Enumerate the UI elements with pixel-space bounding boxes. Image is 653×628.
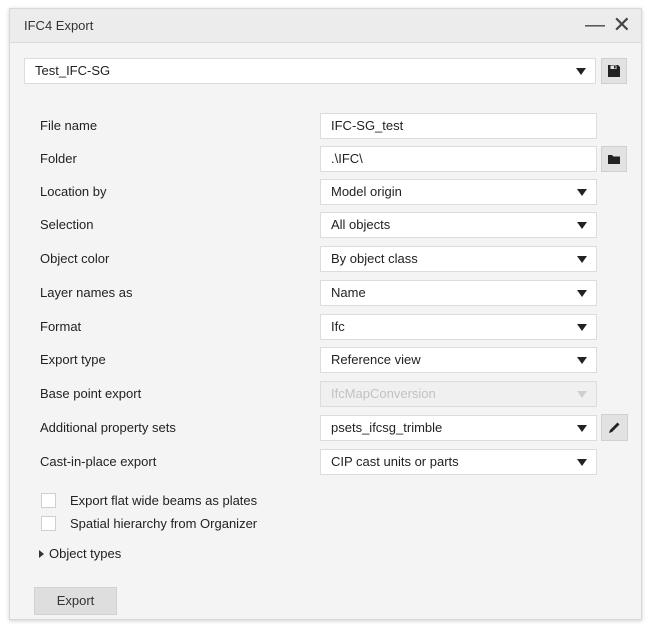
chevron-down-icon [577, 324, 587, 331]
cast-in-place-export-dropdown[interactable]: CIP cast units or parts [320, 449, 597, 475]
chevron-down-icon [577, 189, 587, 196]
layer-names-as-value: Name [331, 285, 366, 300]
spatial-hierarchy-checkbox[interactable] [41, 516, 56, 532]
chevron-down-icon [577, 357, 587, 364]
chevron-down-icon [576, 68, 586, 75]
additional-property-sets-value: psets_ifcsg_trimble [331, 420, 443, 435]
flat-wide-beams-label: Export flat wide beams as plates [70, 493, 258, 508]
preset-dropdown[interactable]: Test_IFC-SG [24, 58, 596, 84]
object-color-label: Object color [40, 251, 110, 266]
base-point-export-value: IfcMapConversion [331, 386, 436, 401]
spatial-hierarchy-option[interactable]: Spatial hierarchy from Organizer [41, 514, 257, 534]
minimize-button[interactable]: — [585, 13, 605, 37]
close-button[interactable]: ✕ [613, 13, 631, 37]
dialog-title: IFC4 Export [24, 18, 94, 33]
object-types-expander[interactable]: Object types [39, 544, 121, 564]
selection-label: Selection [40, 217, 94, 232]
folder-icon [608, 155, 620, 164]
layer-names-as-dropdown[interactable]: Name [320, 280, 597, 306]
flat-wide-beams-option[interactable]: Export flat wide beams as plates [41, 491, 257, 511]
file-name-value: IFC-SG_test [331, 118, 404, 133]
format-value: Ifc [331, 319, 345, 334]
folder-input[interactable]: .\IFC\ [320, 146, 597, 172]
chevron-down-icon [577, 391, 587, 398]
chevron-down-icon [577, 459, 587, 466]
base-point-export-dropdown: IfcMapConversion [320, 381, 597, 407]
file-name-input[interactable]: IFC-SG_test [320, 113, 597, 139]
location-by-dropdown[interactable]: Model origin [320, 179, 597, 205]
object-color-dropdown[interactable]: By object class [320, 246, 597, 272]
folder-value: .\IFC\ [331, 151, 363, 166]
ifc-export-dialog: IFC4 Export — ✕ Test_IFC-SG File name IF… [9, 8, 642, 620]
file-name-label: File name [40, 118, 98, 133]
selection-dropdown[interactable]: All objects [320, 212, 597, 238]
edit-property-sets-button[interactable] [601, 414, 628, 441]
spatial-hierarchy-label: Spatial hierarchy from Organizer [70, 516, 258, 531]
chevron-down-icon [577, 256, 587, 263]
browse-folder-button[interactable] [601, 146, 627, 172]
cast-in-place-export-value: CIP cast units or parts [331, 454, 459, 469]
chevron-down-icon [577, 425, 587, 432]
format-dropdown[interactable]: Ifc [320, 314, 597, 340]
folder-label: Folder [40, 151, 77, 166]
export-type-label: Export type [40, 352, 106, 367]
layer-names-as-label: Layer names as [40, 285, 133, 300]
additional-property-sets-dropdown[interactable]: psets_ifcsg_trimble [320, 415, 597, 441]
object-color-value: By object class [331, 251, 418, 266]
flat-wide-beams-checkbox[interactable] [41, 493, 56, 509]
format-label: Format [40, 319, 82, 334]
location-by-value: Model origin [331, 184, 402, 199]
chevron-down-icon [577, 290, 587, 297]
save-icon [608, 65, 620, 77]
caret-right-icon [39, 549, 44, 558]
chevron-down-icon [577, 222, 587, 229]
export-button[interactable]: Export [34, 587, 117, 615]
save-preset-button[interactable] [601, 58, 627, 84]
export-type-value: Reference view [331, 352, 421, 367]
title-bar[interactable]: IFC4 Export — ✕ [10, 9, 641, 43]
base-point-export-label: Base point export [40, 386, 142, 401]
pencil-icon [609, 422, 620, 433]
object-types-label: Object types [49, 546, 122, 561]
additional-property-sets-label: Additional property sets [40, 420, 176, 435]
export-type-dropdown[interactable]: Reference view [320, 347, 597, 373]
selection-value: All objects [331, 217, 391, 232]
cast-in-place-export-label: Cast-in-place export [40, 454, 157, 469]
preset-value: Test_IFC-SG [35, 63, 111, 78]
location-by-label: Location by [40, 184, 107, 199]
